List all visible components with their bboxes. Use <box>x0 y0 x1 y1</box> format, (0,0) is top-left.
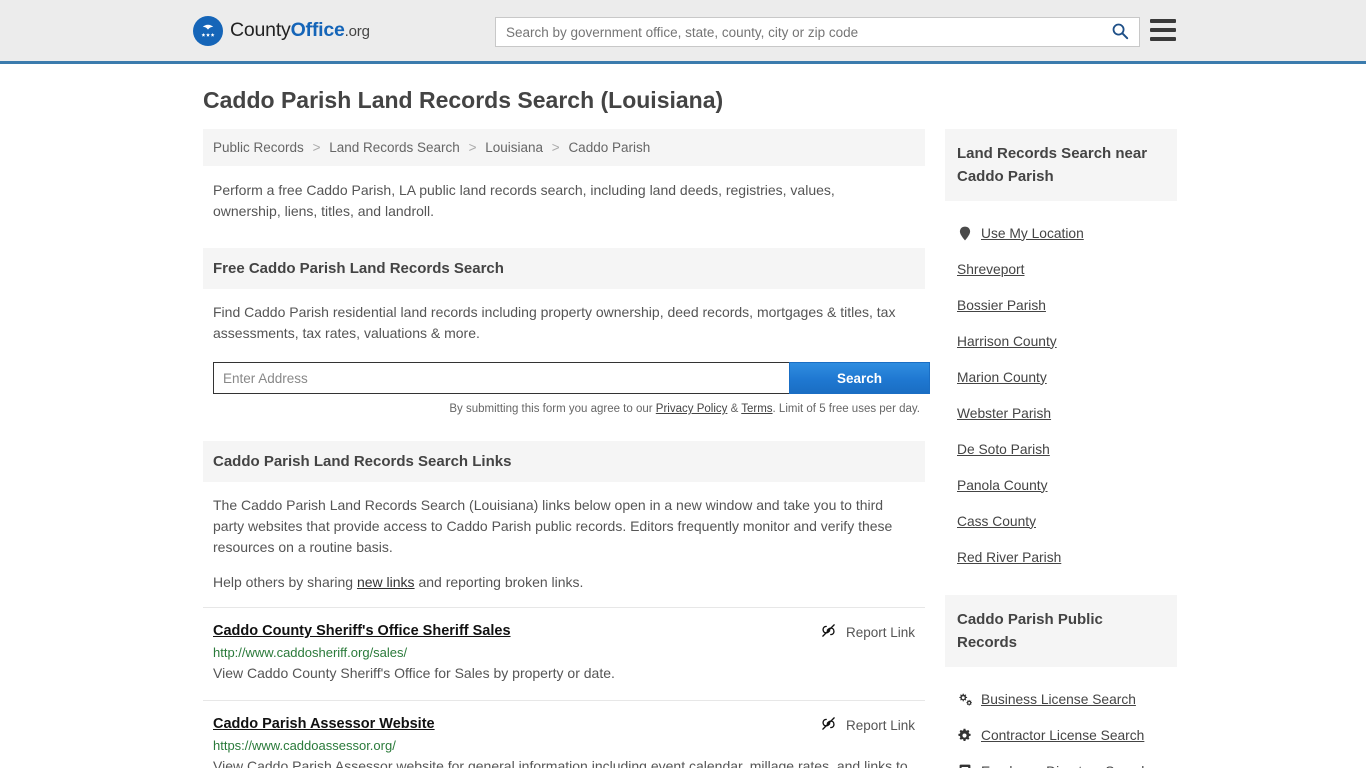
breadcrumb-separator-1: > <box>312 140 321 155</box>
free-search-description: Find Caddo Parish residential land recor… <box>213 304 896 341</box>
sidebar-public-records-link[interactable]: Contractor License Search <box>981 728 1144 743</box>
form-disclaimer-amp: & <box>727 403 742 415</box>
site-header: CountyOffice.org <box>0 0 1366 64</box>
help-suffix: and reporting broken links. <box>414 574 584 590</box>
sidebar-item-employee-directory-search[interactable]: Employee Directory Search <box>945 753 1177 768</box>
broken-link-icon <box>820 622 837 642</box>
sidebar-near-link[interactable]: Panola County <box>957 478 1048 493</box>
privacy-policy-link[interactable]: Privacy Policy <box>656 403 728 415</box>
sidebar-near-link[interactable]: Shreveport <box>957 262 1025 277</box>
two-column-layout: Public Records > Land Records Search > L… <box>193 129 1177 768</box>
sidebar-public-records-link[interactable]: Business License Search <box>981 692 1136 707</box>
hamburger-bar-1 <box>1150 19 1176 23</box>
link-result-url: http://www.caddosheriff.org/sales/ <box>213 645 408 660</box>
link-result-description: View Caddo Parish Assessor website for g… <box>213 758 908 768</box>
links-section-body: The Caddo Parish Land Records Search (Lo… <box>203 482 925 593</box>
free-search-description-wrap: Find Caddo Parish residential land recor… <box>203 289 925 344</box>
sidebar-item-harrison-county[interactable]: Harrison County <box>945 323 1177 359</box>
content-container: Caddo Parish Land Records Search (Louisi… <box>193 87 1177 768</box>
sidebar-item-business-license-search[interactable]: Business License Search <box>945 681 1177 717</box>
links-section-paragraph: The Caddo Parish Land Records Search (Lo… <box>213 497 893 555</box>
sidebar-near-link[interactable]: Red River Parish <box>957 550 1061 565</box>
global-search-input[interactable] <box>496 18 1101 46</box>
page-title: Caddo Parish Land Records Search (Louisi… <box>203 87 724 113</box>
link-result-item: Caddo Parish Assessor Website https://ww… <box>203 700 925 768</box>
breadcrumb-separator-2: > <box>468 140 477 155</box>
report-link-button[interactable]: Report Link <box>820 622 915 642</box>
breadcrumb-item-louisiana[interactable]: Louisiana <box>485 140 543 155</box>
breadcrumb-separator-3: > <box>551 140 560 155</box>
logo-text-office: Office <box>290 19 345 41</box>
form-disclaimer: By submitting this form you agree to our… <box>203 403 920 415</box>
sidebar-near-link[interactable]: De Soto Parish <box>957 442 1050 457</box>
report-link-label: Report Link <box>845 624 915 640</box>
links-section-help: Help others by sharing new links and rep… <box>213 572 915 593</box>
hamburger-menu-button[interactable] <box>1150 19 1176 41</box>
sidebar-public-records-list: Business License Search Contractor Licen… <box>945 667 1177 768</box>
logo-text-org: .org <box>344 23 370 40</box>
map-pin-icon <box>957 226 972 241</box>
sidebar-near-link[interactable]: Marion County <box>957 370 1047 385</box>
link-result-item: Caddo County Sheriff's Office Sheriff Sa… <box>203 607 925 700</box>
new-links-link[interactable]: new links <box>357 574 415 590</box>
form-disclaimer-prefix: By submitting this form you agree to our <box>449 403 656 415</box>
sidebar-near-link[interactable]: Harrison County <box>957 334 1057 349</box>
sidebar-item-cass-county[interactable]: Cass County <box>945 503 1177 539</box>
global-search-bar[interactable] <box>495 17 1140 47</box>
link-result-url: https://www.caddoassessor.org/ <box>213 738 396 753</box>
sidebar-near-link[interactable]: Cass County <box>957 514 1036 529</box>
sidebar-item-red-river-parish[interactable]: Red River Parish <box>945 539 1177 575</box>
sidebar-item-shreveport[interactable]: Shreveport <box>945 251 1177 287</box>
sidebar-near-link[interactable]: Use My Location <box>981 226 1084 241</box>
sidebar-item-de-soto-parish[interactable]: De Soto Parish <box>945 431 1177 467</box>
link-result-description: View Caddo County Sheriff's Office for S… <box>213 665 615 681</box>
hamburger-bar-3 <box>1150 37 1176 41</box>
terms-link[interactable]: Terms <box>741 403 772 415</box>
sidebar-near-link[interactable]: Bossier Parish <box>957 298 1046 313</box>
link-result-title[interactable]: Caddo Parish Assessor Website <box>213 716 435 732</box>
main-column: Public Records > Land Records Search > L… <box>203 129 930 768</box>
free-search-heading: Free Caddo Parish Land Records Search <box>203 248 925 289</box>
links-section-heading: Caddo Parish Land Records Search Links <box>203 441 925 482</box>
address-search-input[interactable] <box>213 362 789 394</box>
sidebar-public-records-block: Caddo Parish Public Records Business Lic… <box>945 595 1177 768</box>
page-intro-text: Perform a free Caddo Parish, LA public l… <box>213 182 835 219</box>
report-link-label: Report Link <box>845 717 915 733</box>
breadcrumb-item-public-records[interactable]: Public Records <box>213 140 304 155</box>
link-result-title[interactable]: Caddo County Sheriff's Office Sheriff Sa… <box>213 623 511 639</box>
breadcrumb: Public Records > Land Records Search > L… <box>203 129 925 166</box>
logo-text-county: County <box>230 19 291 41</box>
sidebar-public-records-link[interactable]: Employee Directory Search <box>981 764 1149 768</box>
sidebar-item-contractor-license-search[interactable]: Contractor License Search <box>945 717 1177 753</box>
sidebar-near-link[interactable]: Webster Parish <box>957 406 1051 421</box>
logo-wordmark: CountyOffice.org <box>230 19 370 42</box>
help-prefix: Help others by sharing <box>213 574 357 590</box>
book-icon <box>957 764 972 768</box>
cogs-icon <box>957 692 972 706</box>
page-body: Caddo Parish Land Records Search (Louisi… <box>0 87 1366 768</box>
hamburger-bar-2 <box>1150 28 1176 32</box>
sidebar-near-heading: Land Records Search near Caddo Parish <box>945 129 1177 201</box>
sidebar-item-marion-county[interactable]: Marion County <box>945 359 1177 395</box>
address-search-form: Search <box>213 362 930 394</box>
site-logo[interactable]: CountyOffice.org <box>193 15 370 46</box>
sidebar-item-panola-county[interactable]: Panola County <box>945 467 1177 503</box>
breadcrumb-item-land-records-search[interactable]: Land Records Search <box>329 140 460 155</box>
address-search-submit-button[interactable]: Search <box>789 362 930 394</box>
breadcrumb-item-caddo-parish[interactable]: Caddo Parish <box>568 140 650 155</box>
gear-icon <box>957 728 972 743</box>
countyoffice-eagle-logo-icon <box>193 15 223 46</box>
sidebar-near-list: Use My Location Shreveport Bossier Paris… <box>945 201 1177 575</box>
search-icon <box>1111 22 1129 43</box>
global-search-submit-button[interactable] <box>1101 18 1139 46</box>
sidebar-item-use-my-location[interactable]: Use My Location <box>945 215 1177 251</box>
report-link-button[interactable]: Report Link <box>820 715 915 735</box>
sidebar: Land Records Search near Caddo Parish Us… <box>945 129 1177 768</box>
form-disclaimer-suffix: . Limit of 5 free uses per day. <box>772 403 920 415</box>
broken-link-icon <box>820 715 837 735</box>
sidebar-item-webster-parish[interactable]: Webster Parish <box>945 395 1177 431</box>
sidebar-item-bossier-parish[interactable]: Bossier Parish <box>945 287 1177 323</box>
sidebar-public-records-heading: Caddo Parish Public Records <box>945 595 1177 667</box>
